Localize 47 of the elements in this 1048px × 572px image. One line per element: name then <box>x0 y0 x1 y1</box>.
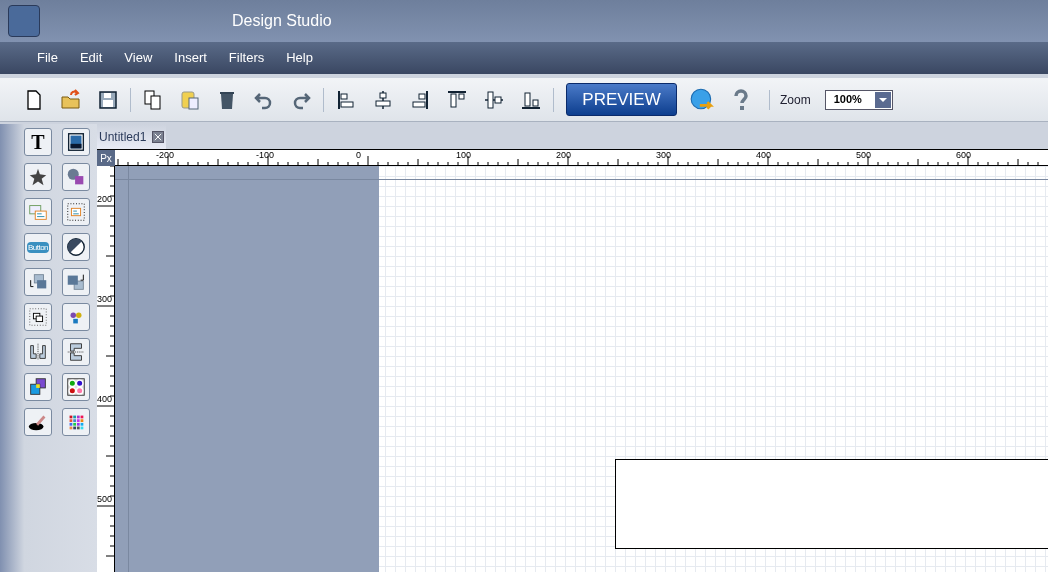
ruler-label: 600 <box>956 150 972 160</box>
unit-label: Px <box>97 149 115 166</box>
banner-frame[interactable] <box>615 459 1048 549</box>
ruler-label: 500 <box>856 150 872 160</box>
overlapping-squares-icon <box>27 376 49 398</box>
folder-icon[interactable] <box>59 87 83 112</box>
ruler-label: 200 <box>97 194 113 204</box>
menu-item[interactable]: Help <box>275 48 324 68</box>
window-title: Design Studio <box>232 11 332 31</box>
text-tool-button[interactable]: T <box>24 128 52 156</box>
menu-item[interactable]: Insert <box>163 48 218 68</box>
tool-button[interactable] <box>24 408 52 436</box>
ruler-label: 400 <box>97 394 113 404</box>
ruler-label: 400 <box>756 150 772 160</box>
app-logo-icon <box>8 5 40 37</box>
tool-button[interactable] <box>62 233 90 261</box>
tool-button[interactable] <box>62 338 90 366</box>
tool-button[interactable] <box>24 163 52 191</box>
close-icon[interactable] <box>152 130 165 143</box>
menu-item[interactable]: View <box>113 48 164 68</box>
dropdown-caret-icon <box>874 91 891 108</box>
document-tab[interactable]: Untitled1 <box>97 124 167 149</box>
menu-item[interactable]: Filters <box>217 48 276 68</box>
ruler-label: 300 <box>97 294 113 304</box>
picture-icon <box>65 131 87 153</box>
ruler-label: 100 <box>456 150 472 160</box>
ruler-label: 300 <box>656 150 672 160</box>
zoom-dropdown[interactable]: 100% <box>824 89 893 110</box>
color-rings-icon <box>65 376 87 398</box>
tool-button[interactable] <box>24 303 52 331</box>
tool-button[interactable] <box>62 373 90 401</box>
grouped-frames-icon <box>27 306 49 328</box>
tool-button[interactable] <box>24 338 52 366</box>
tool-button[interactable] <box>62 128 90 156</box>
menu-item[interactable]: Edit <box>68 48 114 68</box>
zoom-label: Zoom <box>780 91 811 109</box>
gradient-circle-icon <box>65 236 87 258</box>
ruler-label: 200 <box>556 150 572 160</box>
menu-item[interactable]: File <box>26 48 69 68</box>
ruler-label: 500 <box>97 494 113 504</box>
preview-button[interactable]: PREVIEW <box>566 83 677 116</box>
button-tool-button[interactable]: Button <box>24 233 52 261</box>
ruler-label: -200 <box>156 150 174 160</box>
ruler-label: 0 <box>356 150 361 160</box>
tool-button[interactable] <box>24 373 52 401</box>
selection-card-icon <box>65 201 87 223</box>
ruler-label: -100 <box>256 150 274 160</box>
